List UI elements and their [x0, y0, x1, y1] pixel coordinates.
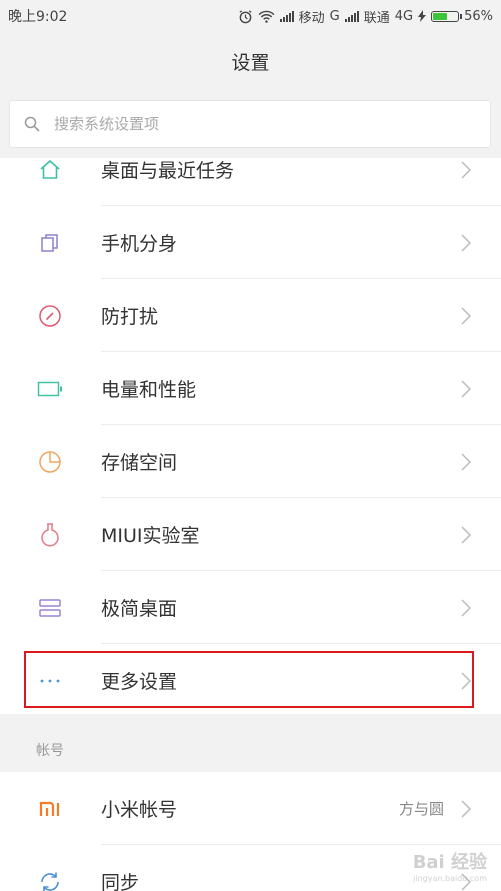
do-not-disturb-icon — [36, 302, 64, 330]
settings-item-mi-account[interactable]: 小米帐号 方与圆 — [0, 772, 501, 845]
chevron-right-icon — [461, 452, 472, 471]
settings-item-simple-desktop[interactable]: 极简桌面 — [0, 571, 501, 644]
home-icon — [36, 158, 64, 184]
settings-item-label: MIUI实验室 — [101, 525, 200, 547]
settings-item-storage[interactable]: 存储空间 — [0, 425, 501, 498]
watermark: Bai 经验 jingyan.baidu.com — [413, 848, 487, 883]
charging-icon — [418, 10, 427, 22]
settings-item-battery[interactable]: 电量和性能 — [0, 352, 501, 425]
lab-flask-icon — [36, 521, 64, 549]
battery-percent: 56% — [464, 8, 493, 24]
wifi-icon — [258, 10, 275, 23]
signal-strength-icon — [279, 10, 294, 22]
settings-item-label: 防打扰 — [101, 306, 159, 328]
battery-icon — [431, 10, 463, 22]
dual-app-icon — [36, 229, 64, 257]
chevron-right-icon — [461, 160, 472, 179]
settings-item-label: 电量和性能 — [101, 379, 197, 401]
carrier-1: 移动 — [298, 10, 325, 26]
status-indicators: 移动 G 联通 4G 56% — [238, 7, 493, 26]
chevron-right-icon — [461, 306, 472, 325]
watermark-sub: jingyan.baidu.com — [413, 874, 487, 883]
mi-logo-icon — [36, 795, 64, 823]
search-area — [0, 90, 501, 158]
page-title: 设置 — [231, 51, 270, 74]
storage-pie-icon — [36, 448, 64, 476]
chevron-right-icon — [461, 598, 472, 617]
page-title-bar: 设置 — [0, 32, 501, 90]
network-type-2: 4G — [394, 8, 414, 24]
chevron-right-icon — [461, 525, 472, 544]
simple-desktop-icon — [36, 594, 64, 622]
watermark-text: Bai 经验 — [412, 852, 487, 873]
settings-item-label: 存储空间 — [101, 452, 178, 474]
alarm-icon — [239, 9, 252, 23]
highlight-box — [24, 651, 474, 708]
section-header-account: 帐号 — [0, 726, 501, 772]
chevron-right-icon — [461, 379, 472, 398]
status-time: 晚上9:02 — [8, 9, 68, 25]
settings-item-label: 小米帐号 — [101, 799, 178, 821]
signal-strength-icon-2 — [344, 10, 359, 22]
status-bar: 晚上9:02 移动 G 联通 4G 56% — [0, 0, 501, 32]
settings-item-do-not-disturb[interactable]: 防打扰 — [0, 279, 501, 352]
carrier-2: 联通 — [363, 10, 390, 26]
search-box[interactable] — [9, 100, 491, 148]
account-list: 小米帐号 方与圆 同步 Bai 经验 jingyan.baidu.com — [0, 772, 501, 891]
settings-item-label: 同步 — [101, 872, 140, 891]
search-input[interactable] — [52, 114, 436, 134]
section-header-label: 帐号 — [36, 743, 64, 759]
settings-item-label: 桌面与最近任务 — [101, 160, 235, 182]
battery-performance-icon — [36, 375, 64, 403]
chevron-right-icon — [461, 233, 472, 252]
settings-item-label: 极简桌面 — [101, 598, 178, 620]
settings-item-label: 手机分身 — [101, 233, 178, 255]
battery-fill — [433, 12, 447, 20]
search-icon — [24, 116, 40, 132]
settings-list: 桌面与最近任务 手机分身 防打扰 电量和性能 存储空间 MIUI实验室 极简桌面… — [0, 158, 501, 714]
settings-item-desktop[interactable]: 桌面与最近任务 — [0, 158, 501, 206]
account-name-value: 方与圆 — [398, 800, 444, 818]
network-type-1: G — [329, 8, 340, 24]
settings-item-dual-apps[interactable]: 手机分身 — [0, 206, 501, 279]
settings-item-miui-lab[interactable]: MIUI实验室 — [0, 498, 501, 571]
chevron-right-icon — [461, 799, 472, 818]
sync-icon — [36, 868, 64, 891]
